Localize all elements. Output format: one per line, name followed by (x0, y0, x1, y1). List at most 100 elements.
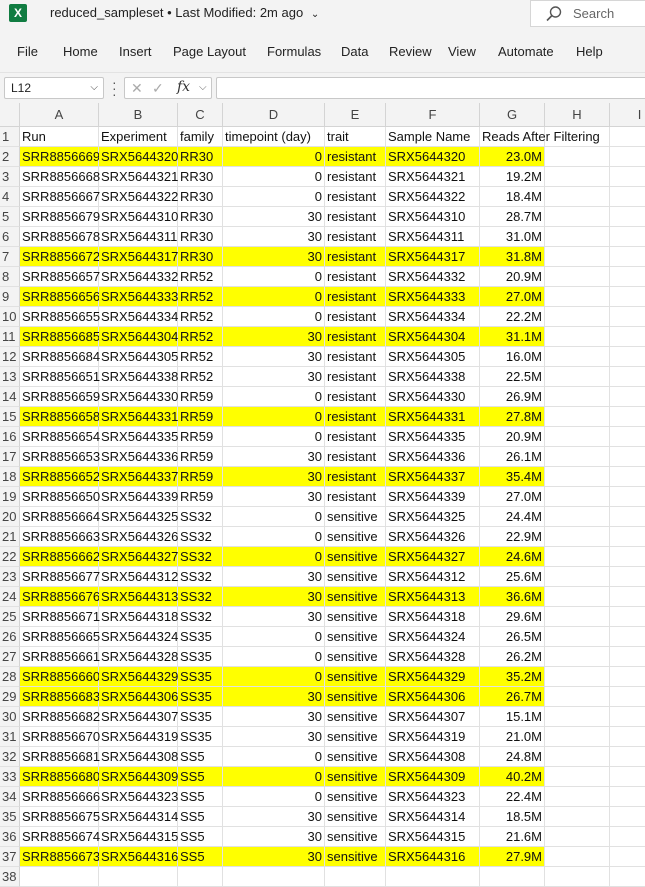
cell[interactable] (610, 667, 645, 687)
row-header[interactable]: 1 (0, 127, 20, 147)
chevron-down-icon[interactable]: ⌄ (311, 9, 319, 20)
cell[interactable]: SRX5644327 (99, 547, 178, 567)
cell[interactable]: SS32 (178, 527, 223, 547)
cell[interactable]: SRX5644311 (386, 227, 480, 247)
cell[interactable] (610, 447, 645, 467)
cell[interactable]: 30 (223, 207, 325, 227)
column-title-cell[interactable]: Experiment (99, 127, 178, 147)
tab-insert[interactable]: Insert (119, 44, 152, 59)
cell[interactable] (610, 847, 645, 867)
cell[interactable] (545, 447, 610, 467)
cell[interactable]: 0 (223, 267, 325, 287)
cell[interactable] (545, 787, 610, 807)
cell[interactable]: SRX5644330 (386, 387, 480, 407)
cell[interactable]: SRX5644333 (99, 287, 178, 307)
cell[interactable]: SRX5644332 (99, 267, 178, 287)
column-header-i[interactable]: I (610, 103, 645, 127)
cell[interactable]: sensitive (325, 607, 386, 627)
cell[interactable]: resistant (325, 387, 386, 407)
cell[interactable] (545, 167, 610, 187)
column-title-cell[interactable]: timepoint (day) (223, 127, 325, 147)
cell[interactable]: SRX5644331 (386, 407, 480, 427)
cell[interactable]: 30 (223, 827, 325, 847)
select-all-corner[interactable] (0, 103, 20, 127)
cell[interactable] (610, 267, 645, 287)
cell[interactable]: 22.5M (480, 367, 545, 387)
cell[interactable]: SRX5644316 (386, 847, 480, 867)
cell[interactable] (610, 407, 645, 427)
cell[interactable]: 19.2M (480, 167, 545, 187)
cell[interactable]: resistant (325, 307, 386, 327)
cell[interactable] (545, 827, 610, 847)
cell[interactable]: SRR8856677 (20, 567, 100, 587)
cell[interactable]: SRX5644321 (386, 167, 480, 187)
cell[interactable]: resistant (325, 347, 386, 367)
tab-file[interactable]: File (17, 44, 38, 59)
cell[interactable]: SRX5644335 (99, 427, 178, 447)
cell[interactable]: 30 (223, 847, 325, 867)
cell[interactable]: 0 (223, 747, 325, 767)
cell[interactable]: 0 (223, 667, 325, 687)
cell[interactable]: 0 (223, 527, 325, 547)
checkmark-icon[interactable]: ✓ (152, 80, 164, 97)
cell[interactable]: sensitive (325, 667, 386, 687)
row-header[interactable]: 13 (0, 367, 20, 387)
cell[interactable]: 0 (223, 647, 325, 667)
cell[interactable]: SRX5644312 (99, 567, 178, 587)
cell[interactable]: SRX5644307 (99, 707, 178, 727)
column-header-h[interactable]: H (545, 103, 610, 127)
cell[interactable]: RR52 (178, 307, 223, 327)
cell[interactable]: SRR8856671 (20, 607, 100, 627)
cell[interactable] (610, 567, 645, 587)
cell[interactable]: 24.6M (480, 547, 545, 567)
cell[interactable]: SRR8856675 (20, 807, 100, 827)
cell[interactable]: 26.7M (480, 687, 545, 707)
column-title-cell[interactable]: trait (325, 127, 386, 147)
cell[interactable]: SRX5644315 (386, 827, 480, 847)
cell[interactable] (610, 627, 645, 647)
cell[interactable] (545, 627, 610, 647)
cell[interactable]: SS5 (178, 747, 223, 767)
cell[interactable]: 30 (223, 367, 325, 387)
cell[interactable]: SRX5644310 (99, 207, 178, 227)
cell[interactable]: 22.2M (480, 307, 545, 327)
cell[interactable]: RR30 (178, 167, 223, 187)
cell[interactable]: RR30 (178, 207, 223, 227)
cell[interactable]: RR52 (178, 367, 223, 387)
cell[interactable]: 16.0M (480, 347, 545, 367)
cell[interactable]: SS35 (178, 707, 223, 727)
tab-automate[interactable]: Automate (498, 44, 554, 59)
cell[interactable]: resistant (325, 187, 386, 207)
cell[interactable]: SRX5644334 (99, 307, 178, 327)
row-header[interactable]: 25 (0, 607, 20, 627)
cell[interactable]: 31.0M (480, 227, 545, 247)
cell[interactable]: SRX5644317 (386, 247, 480, 267)
cell[interactable]: SRR8856681 (20, 747, 100, 767)
cell[interactable] (610, 827, 645, 847)
column-title-cell[interactable]: Sample Name (386, 127, 480, 147)
cell[interactable]: 30 (223, 347, 325, 367)
cell[interactable]: SRR8856682 (20, 707, 100, 727)
cell[interactable]: SRX5644332 (386, 267, 480, 287)
cell[interactable] (545, 867, 610, 887)
cell[interactable]: 0 (223, 147, 325, 167)
row-header[interactable]: 31 (0, 727, 20, 747)
row-header[interactable]: 24 (0, 587, 20, 607)
cell[interactable] (545, 647, 610, 667)
cell[interactable]: SRR8856669 (20, 147, 100, 167)
cell[interactable]: SRX5644337 (386, 467, 480, 487)
cell[interactable]: 0 (223, 167, 325, 187)
cell[interactable]: SRX5644329 (386, 667, 480, 687)
cell[interactable]: 30 (223, 707, 325, 727)
cell[interactable]: 27.9M (480, 847, 545, 867)
cell[interactable] (610, 187, 645, 207)
row-header[interactable]: 16 (0, 427, 20, 447)
column-header-g[interactable]: G (480, 103, 545, 127)
name-box[interactable]: L12 ⌵ (4, 77, 104, 99)
tab-review[interactable]: Review (389, 44, 432, 59)
row-header[interactable]: 8 (0, 267, 20, 287)
cell[interactable]: SRR8856665 (20, 627, 100, 647)
cell[interactable]: 30 (223, 447, 325, 467)
cell[interactable]: SS35 (178, 687, 223, 707)
column-header-d[interactable]: D (223, 103, 325, 127)
